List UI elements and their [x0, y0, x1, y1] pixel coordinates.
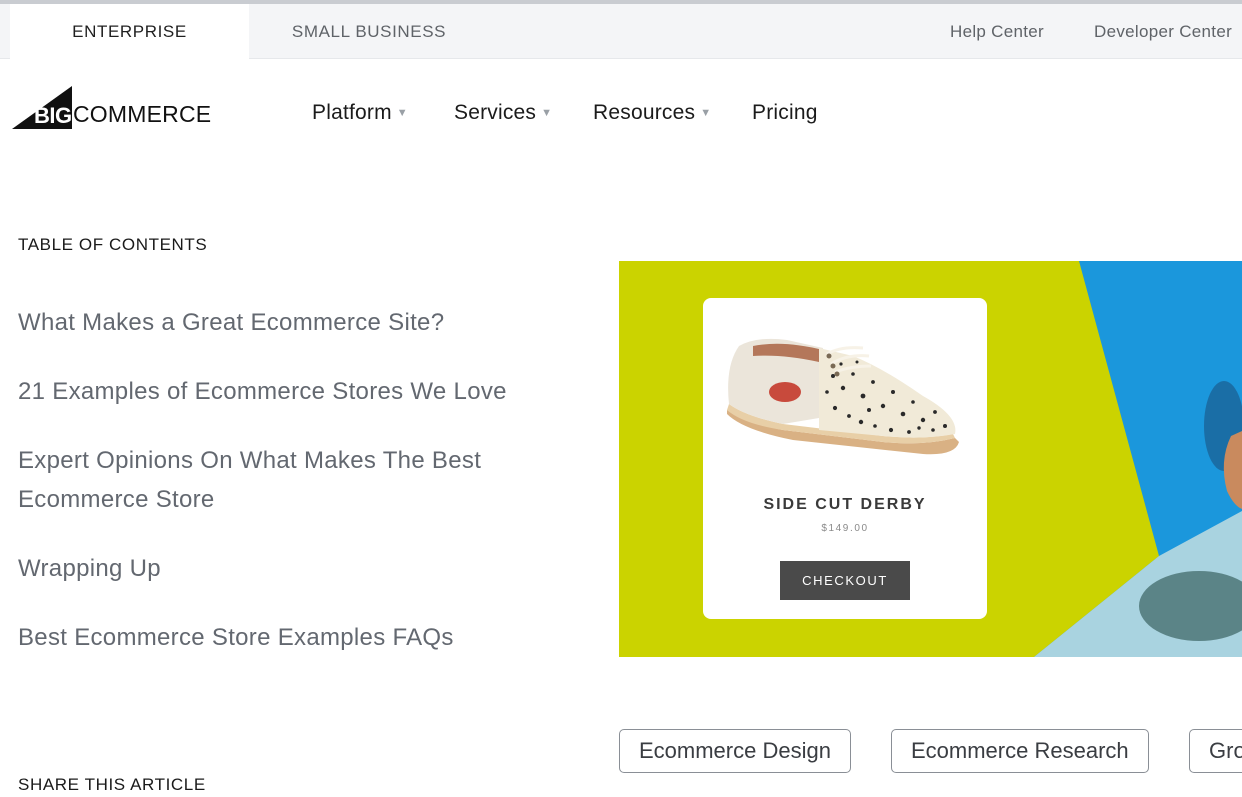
toc-heading: TABLE OF CONTENTS: [18, 235, 208, 254]
toc-link-wrapping-up[interactable]: Wrapping Up: [18, 549, 508, 588]
tag-ecommerce-research[interactable]: Ecommerce Research: [891, 729, 1149, 773]
nav-pricing[interactable]: Pricing: [752, 98, 818, 128]
share-heading: SHARE THIS ARTICLE: [18, 775, 206, 794]
checkout-button[interactable]: CHECKOUT: [780, 561, 910, 600]
caret-down-icon: ▼: [541, 107, 553, 120]
caret-down-icon: ▼: [700, 107, 712, 120]
developer-center-link[interactable]: Developer Center: [1094, 4, 1232, 59]
product-card: SIDE CUT DERBY $149.00 CHECKOUT: [703, 298, 987, 619]
nav-resources[interactable]: Resources ▼: [593, 98, 711, 128]
top-utility-bar: ENTERPRISE SMALL BUSINESS Help Center De…: [0, 0, 1242, 60]
nav-platform-label: Platform: [312, 101, 392, 124]
nav-platform[interactable]: Platform ▼: [312, 98, 408, 128]
nav-pricing-label: Pricing: [752, 101, 818, 124]
help-center-link[interactable]: Help Center: [950, 4, 1044, 59]
caret-down-icon: ▼: [396, 107, 408, 120]
nav-resources-label: Resources: [593, 101, 696, 124]
tag-ecommerce-design[interactable]: Ecommerce Design: [619, 729, 851, 773]
shoe-image: [727, 338, 959, 455]
toc-link-great-ecommerce-site[interactable]: What Makes a Great Ecommerce Site?: [18, 303, 508, 342]
product-name: SIDE CUT DERBY: [763, 496, 927, 513]
segment-tab-enterprise[interactable]: ENTERPRISE: [10, 4, 249, 60]
hero-image: SIDE CUT DERBY $149.00 CHECKOUT: [619, 261, 1242, 657]
page: ENTERPRISE SMALL BUSINESS Help Center De…: [0, 0, 1242, 797]
nav-services[interactable]: Services ▼: [454, 98, 552, 128]
toc-link-expert-opinions[interactable]: Expert Opinions On What Makes The Best E…: [18, 441, 508, 519]
toc-list: What Makes a Great Ecommerce Site? 21 Ex…: [18, 303, 508, 687]
product-price: $149.00: [821, 523, 869, 534]
tag-growth[interactable]: Gro: [1189, 729, 1242, 773]
logo-big-text: BIG: [34, 103, 72, 128]
bigcommerce-logo[interactable]: BIG COMMERCE: [12, 86, 212, 130]
nav-services-label: Services: [454, 101, 537, 124]
segment-tab-small-business[interactable]: SMALL BUSINESS: [249, 4, 489, 59]
logo-commerce-text: COMMERCE: [73, 101, 212, 127]
toc-link-faqs[interactable]: Best Ecommerce Store Examples FAQs: [18, 618, 508, 657]
toc-link-21-examples[interactable]: 21 Examples of Ecommerce Stores We Love: [18, 372, 508, 411]
